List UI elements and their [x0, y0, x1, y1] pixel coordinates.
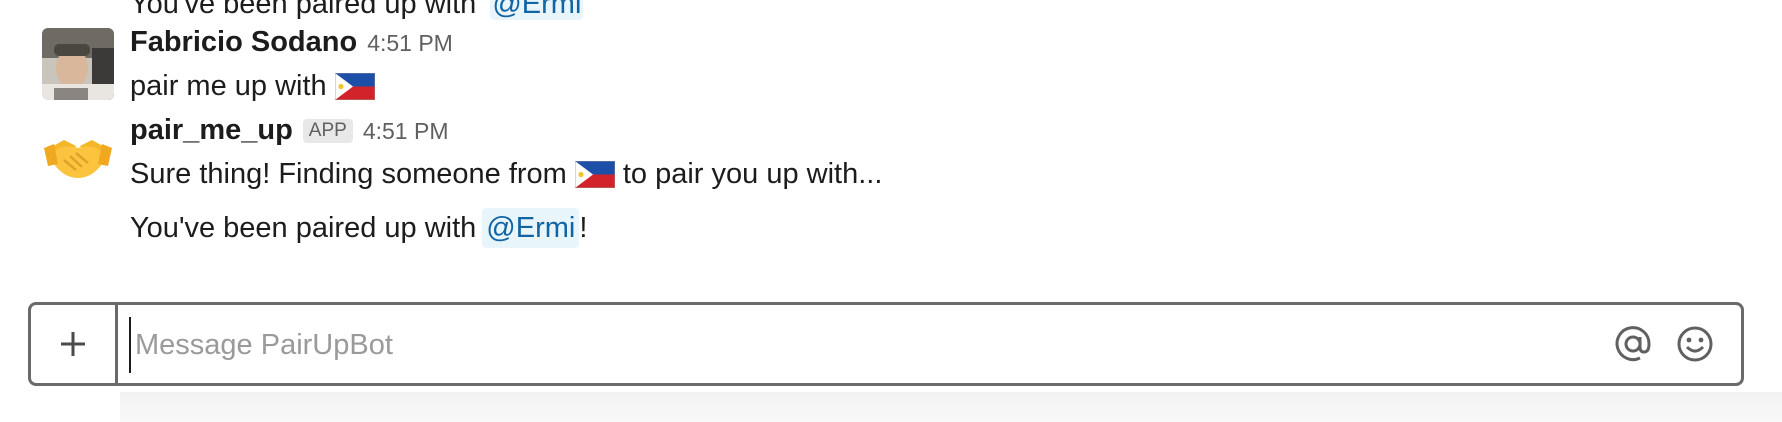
message-timestamp[interactable]: 4:51 PM: [367, 30, 453, 57]
user-avatar[interactable]: [42, 28, 114, 100]
at-sign-icon: [1615, 326, 1651, 362]
mention-button[interactable]: [1613, 324, 1653, 364]
message-timestamp[interactable]: 4:51 PM: [363, 118, 449, 145]
message-text-after: !: [579, 212, 588, 244]
message-text-after: to pair you up with...: [622, 158, 883, 190]
message-text-content: pair me up with: [130, 70, 327, 102]
sender-name[interactable]: pair_me_up: [130, 114, 293, 147]
app-badge: APP: [302, 119, 353, 143]
user-photo-avatar-icon: [42, 28, 114, 100]
smiley-icon: [1677, 326, 1713, 362]
composer-footer-shadow: [120, 392, 1782, 422]
message-text: pair me up with: [130, 66, 453, 106]
partial-previous-message: You've been paired up with @Ermi: [130, 0, 584, 21]
sender-name[interactable]: Fabricio Sodano: [130, 26, 357, 59]
philippines-flag-icon: [334, 72, 375, 100]
partial-user-mention[interactable]: @Ermi: [490, 0, 584, 20]
user-mention[interactable]: @Ermi: [482, 208, 580, 248]
message-text: Sure thing! Finding someone from to pair…: [130, 154, 882, 194]
message-text: You've been paired up with @Ermi !: [130, 208, 882, 248]
partial-message-text: You've been paired up with: [130, 0, 477, 20]
message-text-before: Sure thing! Finding someone from: [130, 158, 567, 190]
handshake-emoji-icon: [44, 140, 112, 178]
emoji-button[interactable]: [1675, 324, 1715, 364]
message-input[interactable]: [129, 317, 1597, 373]
message-composer: [28, 302, 1744, 386]
plus-icon: [61, 332, 85, 356]
philippines-flag-icon: [574, 160, 615, 188]
message-text-before: You've been paired up with: [130, 212, 477, 244]
add-attachment-button[interactable]: [31, 305, 118, 383]
bot-avatar[interactable]: [42, 120, 114, 192]
